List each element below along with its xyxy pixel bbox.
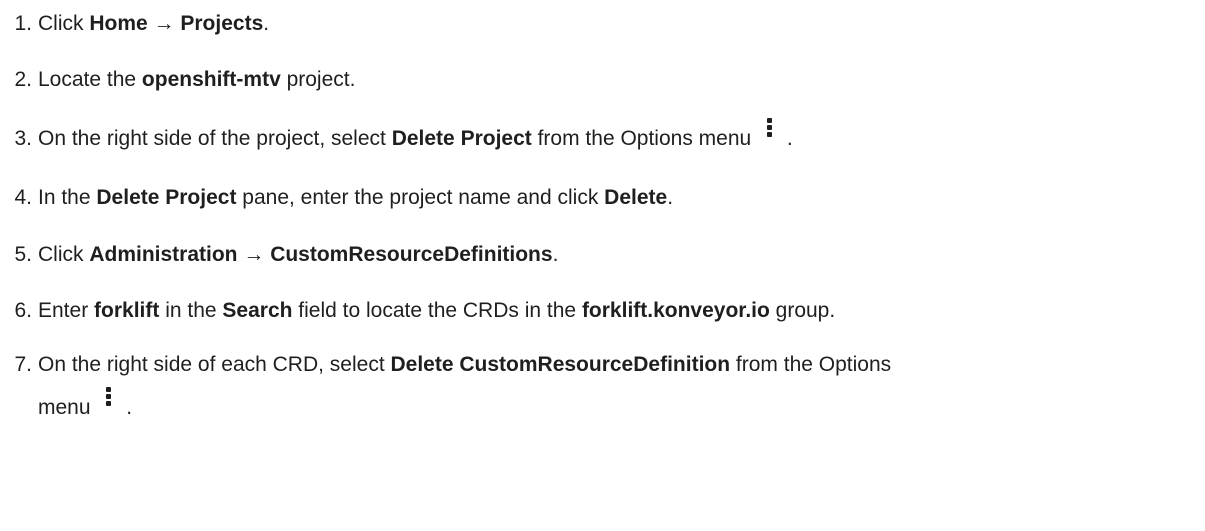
- step-text-mid: pane, enter the project name and click: [236, 186, 605, 209]
- step-2: 2. Locate the openshift-mtv project.: [0, 64, 355, 96]
- step-text: On the right side of each CRD, select: [38, 353, 391, 376]
- step-text-end: .: [263, 12, 270, 35]
- step-text: Locate the: [38, 68, 142, 91]
- ui-term-administration: Administration: [89, 243, 238, 266]
- step-text: Click: [38, 12, 90, 35]
- step-text-end: .: [786, 127, 793, 150]
- step-text-end: group.: [769, 299, 836, 322]
- step-text: In the: [38, 186, 97, 209]
- ui-term-search: Search: [222, 299, 293, 322]
- step-7-continuation: menu .: [0, 387, 132, 424]
- ui-term-forklift: forklift: [94, 299, 160, 322]
- ui-term-delete-project: Delete Project: [391, 127, 532, 150]
- step-1: 1. Click Home → Projects.: [0, 8, 269, 40]
- step-text: Enter: [38, 299, 95, 322]
- ui-term-delete-project-pane: Delete Project: [96, 186, 237, 209]
- step-text-cont: menu: [38, 396, 91, 419]
- ui-term-delete: Delete: [604, 186, 668, 209]
- step-text-mid2: field to locate the CRDs in the: [292, 299, 582, 322]
- ui-term-project-name: openshift-mtv: [141, 68, 281, 91]
- ui-term-group-name: forklift.konveyor.io: [581, 299, 770, 322]
- ui-term-projects: Projects: [180, 12, 264, 35]
- step-3: 3. On the right side of the project, sele…: [0, 118, 793, 155]
- step-text-mid: from the Options menu: [531, 127, 752, 150]
- step-4: 4. In the Delete Project pane, enter the …: [0, 182, 673, 214]
- step-number: 4.: [14, 186, 32, 209]
- step-number: 2.: [14, 68, 32, 91]
- step-text-end: project.: [280, 68, 356, 91]
- ui-term-delete-crd: Delete CustomResourceDefinition: [390, 353, 731, 376]
- step-number: 7.: [14, 353, 32, 376]
- step-text-mid: from the Options: [730, 353, 892, 376]
- step-7: 7. On the right side of each CRD, select …: [0, 349, 891, 381]
- step-5: 5. Click Administration → CustomResourceD…: [0, 239, 558, 271]
- arrow-text: →: [237, 243, 271, 266]
- step-text: On the right side of the project, select: [38, 127, 392, 150]
- kebab-vertical-icon: [757, 118, 781, 139]
- step-text-end: .: [552, 243, 559, 266]
- ui-term-crds: CustomResourceDefinitions: [270, 243, 553, 266]
- step-text-end: .: [126, 396, 133, 419]
- step-number: 6.: [14, 299, 32, 322]
- step-6: 6. Enter forklift in the Search field to …: [0, 295, 835, 327]
- ui-term-home: Home: [89, 12, 148, 35]
- step-number: 1.: [14, 12, 32, 35]
- step-number: 3.: [14, 127, 32, 150]
- arrow-text: →: [147, 12, 181, 35]
- step-text-mid: in the: [159, 299, 223, 322]
- step-number: 5.: [14, 243, 32, 266]
- step-text: Click: [38, 243, 90, 266]
- procedure-steps: 1. Click Home → Projects. 2. Locate the op…: [0, 0, 1205, 531]
- step-text-end: .: [667, 186, 674, 209]
- kebab-vertical-icon: [96, 387, 120, 408]
